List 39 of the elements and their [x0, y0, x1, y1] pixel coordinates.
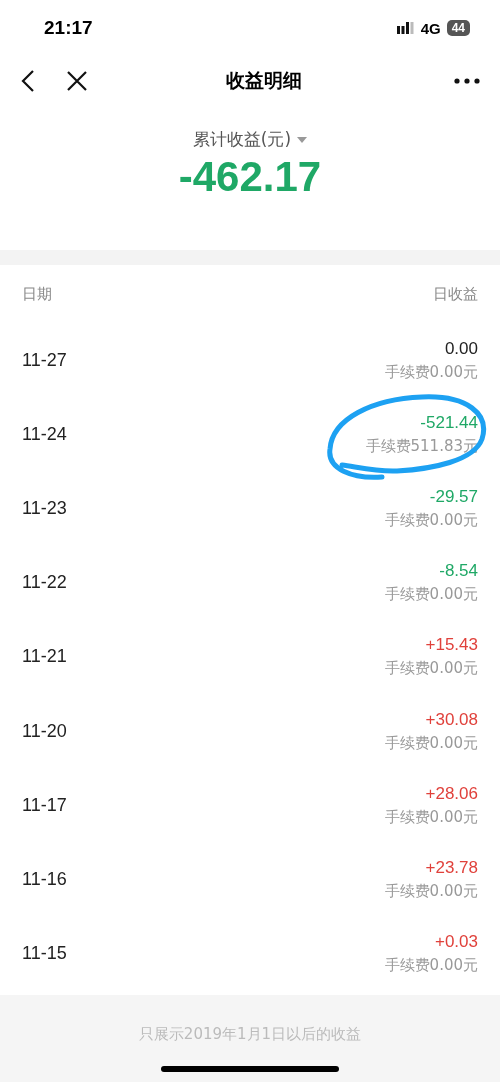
fee-text: 手续费0.00元 [384, 362, 478, 382]
network-label: 4G [420, 19, 441, 37]
daily-earnings: -29.57 [429, 486, 478, 507]
daily-earnings: -521.44 [420, 412, 478, 433]
column-header: 日期 [22, 284, 52, 304]
date-cell: 11-21 [22, 646, 67, 668]
daily-earnings: -8.54 [439, 561, 478, 582]
status-time: 21:17 [44, 17, 93, 39]
date-cell: 11-22 [22, 572, 67, 594]
summary-label[interactable]: 累计收益(元) [192, 128, 308, 151]
fee-text: 手续费0.00元 [384, 585, 478, 605]
battery-level: 44 [446, 20, 470, 36]
date-cell: 11-16 [22, 868, 67, 890]
close-button[interactable] [66, 70, 88, 92]
fee-text: 手续费0.00元 [384, 807, 478, 827]
daily-earnings: 0.00 [444, 338, 478, 359]
date-cell: 11-20 [22, 720, 67, 742]
date-cell: 11-24 [22, 423, 67, 445]
fee-text: 手续费0.00元 [384, 956, 478, 976]
date-cell: 11-15 [22, 943, 67, 965]
page-title: 收益明细 [225, 68, 303, 93]
fee-text: 手续费0.00元 [384, 510, 478, 530]
daily-earnings: +15.43 [425, 635, 478, 656]
caret-icon[interactable] [297, 136, 308, 143]
daily-earnings: +28.06 [425, 783, 478, 804]
daily-earnings: +23.78 [425, 857, 478, 878]
date-cell: 11-17 [22, 794, 67, 816]
fee-text: 手续费0.00元 [384, 733, 478, 753]
column-header: 日收益 [433, 284, 478, 304]
signal-icon [396, 22, 415, 34]
daily-earnings: +0.03 [435, 932, 478, 953]
date-cell: 11-23 [22, 497, 67, 519]
date-cell: 11-27 [22, 349, 67, 371]
back-button[interactable] [20, 69, 36, 93]
daily-earnings: +30.08 [425, 709, 478, 730]
fee-text: 手续费0.00元 [384, 881, 478, 901]
fee-text: 手续费0.00元 [384, 659, 478, 679]
total-earnings: -462.17 [178, 153, 322, 201]
more-button[interactable] [454, 78, 480, 84]
